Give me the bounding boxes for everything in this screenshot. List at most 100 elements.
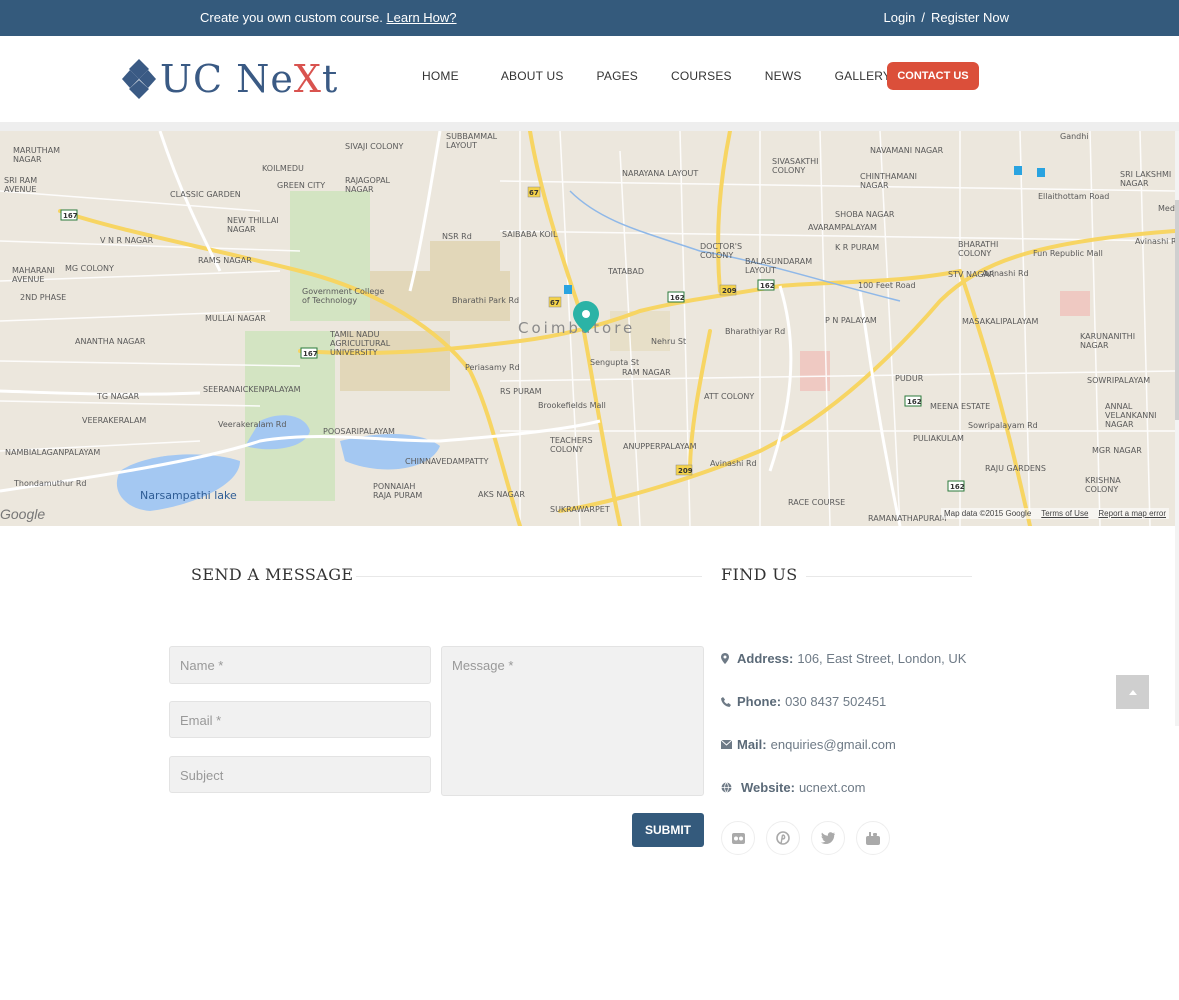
back-to-top-button[interactable] <box>1116 675 1149 709</box>
svg-text:COLONY: COLONY <box>700 251 733 260</box>
nav-about-us[interactable]: ABOUT US <box>501 69 564 83</box>
svg-text:Government College: Government College <box>302 287 384 296</box>
find-us-title: FIND US <box>721 565 798 584</box>
svg-text:162: 162 <box>670 294 685 302</box>
flickr-icon[interactable] <box>721 821 755 855</box>
mail-value[interactable]: enquiries@gmail.com <box>771 737 896 752</box>
top-bar: Create you own custom course. Learn How?… <box>0 0 1179 36</box>
phone-icon <box>721 696 735 707</box>
svg-text:ATT COLONY: ATT COLONY <box>704 392 754 401</box>
svg-text:Sengupta St: Sengupta St <box>590 358 639 367</box>
register-link[interactable]: Register Now <box>931 10 1009 25</box>
nav-gallery[interactable]: GALLERY <box>835 69 892 83</box>
svg-text:RAJU GARDENS: RAJU GARDENS <box>985 464 1046 473</box>
header: UC NeXt HOME ABOUT US PAGES COURSES NEWS… <box>0 36 1179 122</box>
svg-text:NAGAR: NAGAR <box>13 155 42 164</box>
svg-text:NAGAR: NAGAR <box>860 181 889 190</box>
nav-pages[interactable]: PAGES <box>597 69 638 83</box>
svg-text:COLONY: COLONY <box>1085 485 1118 494</box>
svg-text:MGR NAGAR: MGR NAGAR <box>1092 446 1142 455</box>
svg-text:COLONY: COLONY <box>550 445 583 454</box>
nav-home[interactable]: HOME <box>422 69 459 83</box>
email-placeholder: Email * <box>180 713 222 728</box>
svg-text:NSR Rd: NSR Rd <box>442 232 472 241</box>
svg-text:AVENUE: AVENUE <box>12 275 44 284</box>
svg-text:NAMBIALAGANPALAYAM: NAMBIALAGANPALAYAM <box>5 448 100 457</box>
svg-text:DOCTOR'S: DOCTOR'S <box>700 242 742 251</box>
svg-text:VELANKANNI: VELANKANNI <box>1105 411 1157 420</box>
email-input[interactable]: Email * <box>169 701 431 738</box>
svg-text:BHARATHI: BHARATHI <box>958 240 998 249</box>
svg-text:Veerakeralam Rd: Veerakeralam Rd <box>218 420 286 429</box>
svg-text:KRISHNA: KRISHNA <box>1085 476 1121 485</box>
nav-news[interactable]: NEWS <box>765 69 802 83</box>
svg-text:2ND PHASE: 2ND PHASE <box>20 293 66 302</box>
svg-text:CHINTHAMANI: CHINTHAMANI <box>860 172 917 181</box>
svg-text:AGRICULTURAL: AGRICULTURAL <box>330 339 391 348</box>
svg-text:P N PALAYAM: P N PALAYAM <box>825 316 877 325</box>
svg-text:Avinashi Rd: Avinashi Rd <box>1135 237 1175 246</box>
subject-input[interactable]: Subject <box>169 756 431 793</box>
svg-text:COLONY: COLONY <box>958 249 991 258</box>
svg-text:209: 209 <box>722 287 737 295</box>
svg-text:CLASSIC GARDEN: CLASSIC GARDEN <box>170 190 241 199</box>
google-map[interactable]: 67 67 167 167 162 162 162 162 209 209 MA… <box>0 131 1175 526</box>
contact-us-button[interactable]: CONTACT US <box>887 62 979 90</box>
chevron-up-icon <box>1128 689 1137 695</box>
name-placeholder: Name * <box>180 658 224 673</box>
svg-text:Narsampathi lake: Narsampathi lake <box>140 489 237 502</box>
google-logo[interactable]: Google <box>0 506 45 522</box>
pinterest-icon[interactable] <box>766 821 800 855</box>
submit-button[interactable]: SUBMIT <box>632 813 704 847</box>
svg-text:RAJAGOPAL: RAJAGOPAL <box>345 176 391 185</box>
terms-of-use-link[interactable]: Terms of Use <box>1041 509 1088 518</box>
website-value[interactable]: ucnext.com <box>799 780 865 795</box>
svg-text:SRI LAKSHMI: SRI LAKSHMI <box>1120 170 1171 179</box>
svg-text:Nehru St: Nehru St <box>651 337 686 346</box>
svg-text:Gandhi: Gandhi <box>1060 132 1089 141</box>
svg-text:67: 67 <box>529 189 539 197</box>
name-input[interactable]: Name * <box>169 646 431 684</box>
svg-text:COLONY: COLONY <box>772 166 805 175</box>
svg-text:LAYOUT: LAYOUT <box>446 141 477 150</box>
twitter-icon[interactable] <box>811 821 845 855</box>
svg-text:ANUPPERPALAYAM: ANUPPERPALAYAM <box>623 442 697 451</box>
svg-text:NARAYANA LAYOUT: NARAYANA LAYOUT <box>622 169 698 178</box>
globe-icon <box>721 782 739 793</box>
svg-text:Thondamuthur Rd: Thondamuthur Rd <box>13 479 87 488</box>
svg-text:MARUTHAM: MARUTHAM <box>13 146 60 155</box>
svg-text:NEW THILLAI: NEW THILLAI <box>227 216 279 225</box>
message-textarea[interactable]: Message * <box>441 646 704 796</box>
message-placeholder: Message * <box>452 658 514 673</box>
map-marker-icon <box>721 653 735 664</box>
svg-text:RAJA PURAM: RAJA PURAM <box>373 491 422 500</box>
address-value: 106, East Street, London, UK <box>797 651 967 666</box>
svg-text:GREEN CITY: GREEN CITY <box>277 181 325 190</box>
report-map-error-link[interactable]: Report a map error <box>1098 509 1166 518</box>
svg-text:UNIVERSITY: UNIVERSITY <box>330 348 378 357</box>
mail-label: Mail: <box>737 737 767 752</box>
svg-text:MULLAI NAGAR: MULLAI NAGAR <box>205 314 266 323</box>
auth-links: Login / Register Now <box>884 10 1009 25</box>
svg-text:Brookefields Mall: Brookefields Mall <box>538 401 606 410</box>
svg-text:Bharathi Park Rd: Bharathi Park Rd <box>452 296 519 305</box>
svg-text:Med: Med <box>1158 204 1175 213</box>
svg-text:MEENA ESTATE: MEENA ESTATE <box>930 402 990 411</box>
svg-text:TAMIL NADU: TAMIL NADU <box>329 330 380 339</box>
logo[interactable]: UC NeXt <box>122 57 338 101</box>
svg-text:100 Feet Road: 100 Feet Road <box>858 281 916 290</box>
find-us-rule <box>806 576 972 577</box>
learn-how-link[interactable]: Learn How? <box>386 10 456 25</box>
nav-courses[interactable]: COURSES <box>671 69 732 83</box>
page-scrollbar-thumb[interactable] <box>1175 200 1179 420</box>
svg-text:SRI RAM: SRI RAM <box>4 176 37 185</box>
svg-text:of Technology: of Technology <box>302 296 357 305</box>
svg-text:POOSARIPALAYAM: POOSARIPALAYAM <box>323 427 395 436</box>
svg-text:SHOBA NAGAR: SHOBA NAGAR <box>835 210 895 219</box>
svg-text:MG COLONY: MG COLONY <box>65 264 114 273</box>
logo-diamond-icon <box>122 59 156 99</box>
youtube-icon[interactable] <box>856 821 890 855</box>
svg-text:PONNAIAH: PONNAIAH <box>373 482 415 491</box>
svg-text:SIVAJI COLONY: SIVAJI COLONY <box>345 142 403 151</box>
login-link[interactable]: Login <box>884 10 916 25</box>
